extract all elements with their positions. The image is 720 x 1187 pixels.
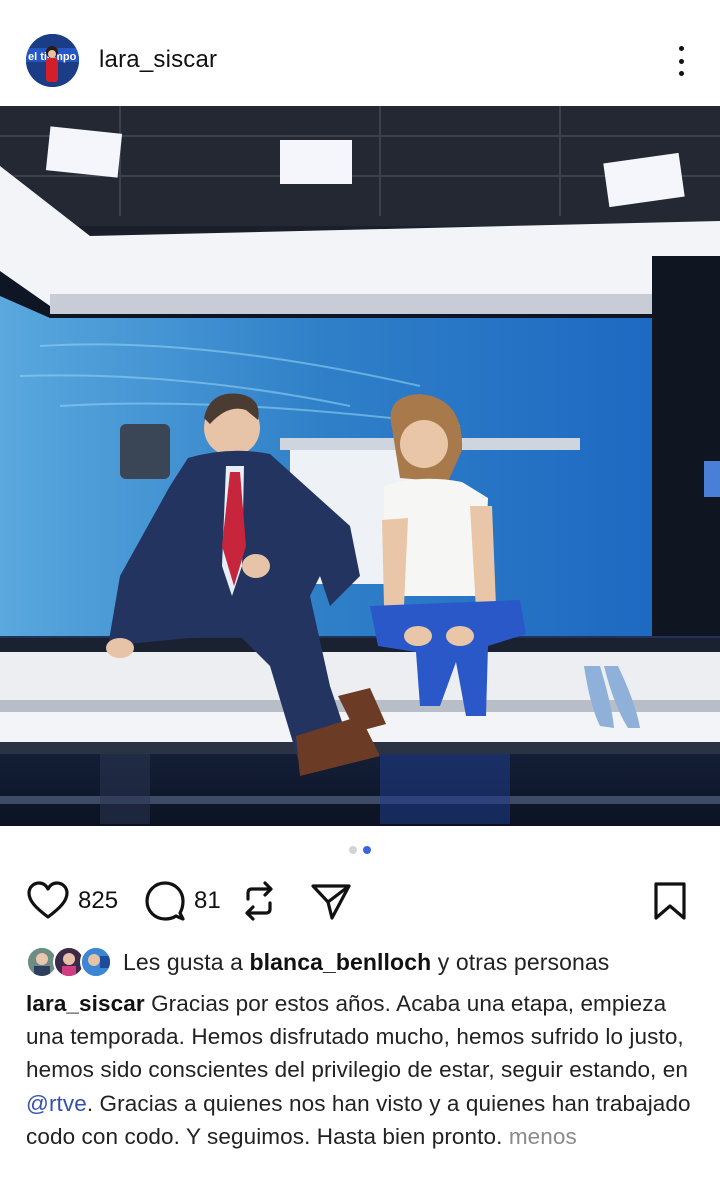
caption-text-2: . Gracias a quienes nos han visto y a qu…	[26, 1090, 691, 1149]
liked-by-text: Les gusta a blanca_benlloch y otras pers…	[123, 949, 609, 976]
comment-bubble-icon	[145, 881, 185, 921]
profile-avatar[interactable]: el tiempo	[26, 34, 79, 87]
post-username[interactable]: lara_siscar	[99, 46, 217, 74]
comment-button[interactable]: 81	[144, 876, 221, 926]
caption-username[interactable]: lara_siscar	[26, 991, 145, 1016]
carousel-dot-2-active[interactable]	[363, 846, 371, 854]
post-photo[interactable]	[0, 106, 720, 826]
action-bar: 825 81	[0, 876, 720, 926]
likes-count: 825	[78, 887, 119, 914]
more-options-icon[interactable]	[664, 42, 698, 80]
carousel-indicator	[0, 846, 720, 858]
repost-button[interactable]	[240, 876, 278, 926]
heart-icon	[27, 881, 69, 919]
share-button[interactable]	[310, 876, 352, 926]
liker-avatar-3	[80, 946, 112, 978]
liked-by-row[interactable]: Les gusta a blanca_benlloch y otras pers…	[26, 943, 609, 981]
liked-by-suffix: y otras personas	[431, 948, 610, 975]
caption-mention[interactable]: @rtve	[26, 1091, 87, 1116]
post-caption: lara_siscar Gracias por estos años. Acab…	[26, 987, 706, 1153]
save-button[interactable]	[652, 876, 688, 926]
comments-count: 81	[194, 887, 221, 914]
carousel-dot-1[interactable]	[349, 846, 357, 854]
liked-by-prefix: Les gusta a	[123, 948, 250, 975]
liked-by-user[interactable]: blanca_benlloch	[250, 949, 432, 975]
send-icon	[311, 884, 351, 920]
like-button[interactable]: 825	[26, 876, 118, 926]
liked-by-avatars	[26, 945, 114, 979]
caption-less-link[interactable]: menos	[509, 1124, 577, 1149]
post-header: el tiempo lara_siscar	[0, 0, 720, 106]
repost-icon	[245, 881, 273, 921]
bookmark-icon	[654, 882, 686, 920]
